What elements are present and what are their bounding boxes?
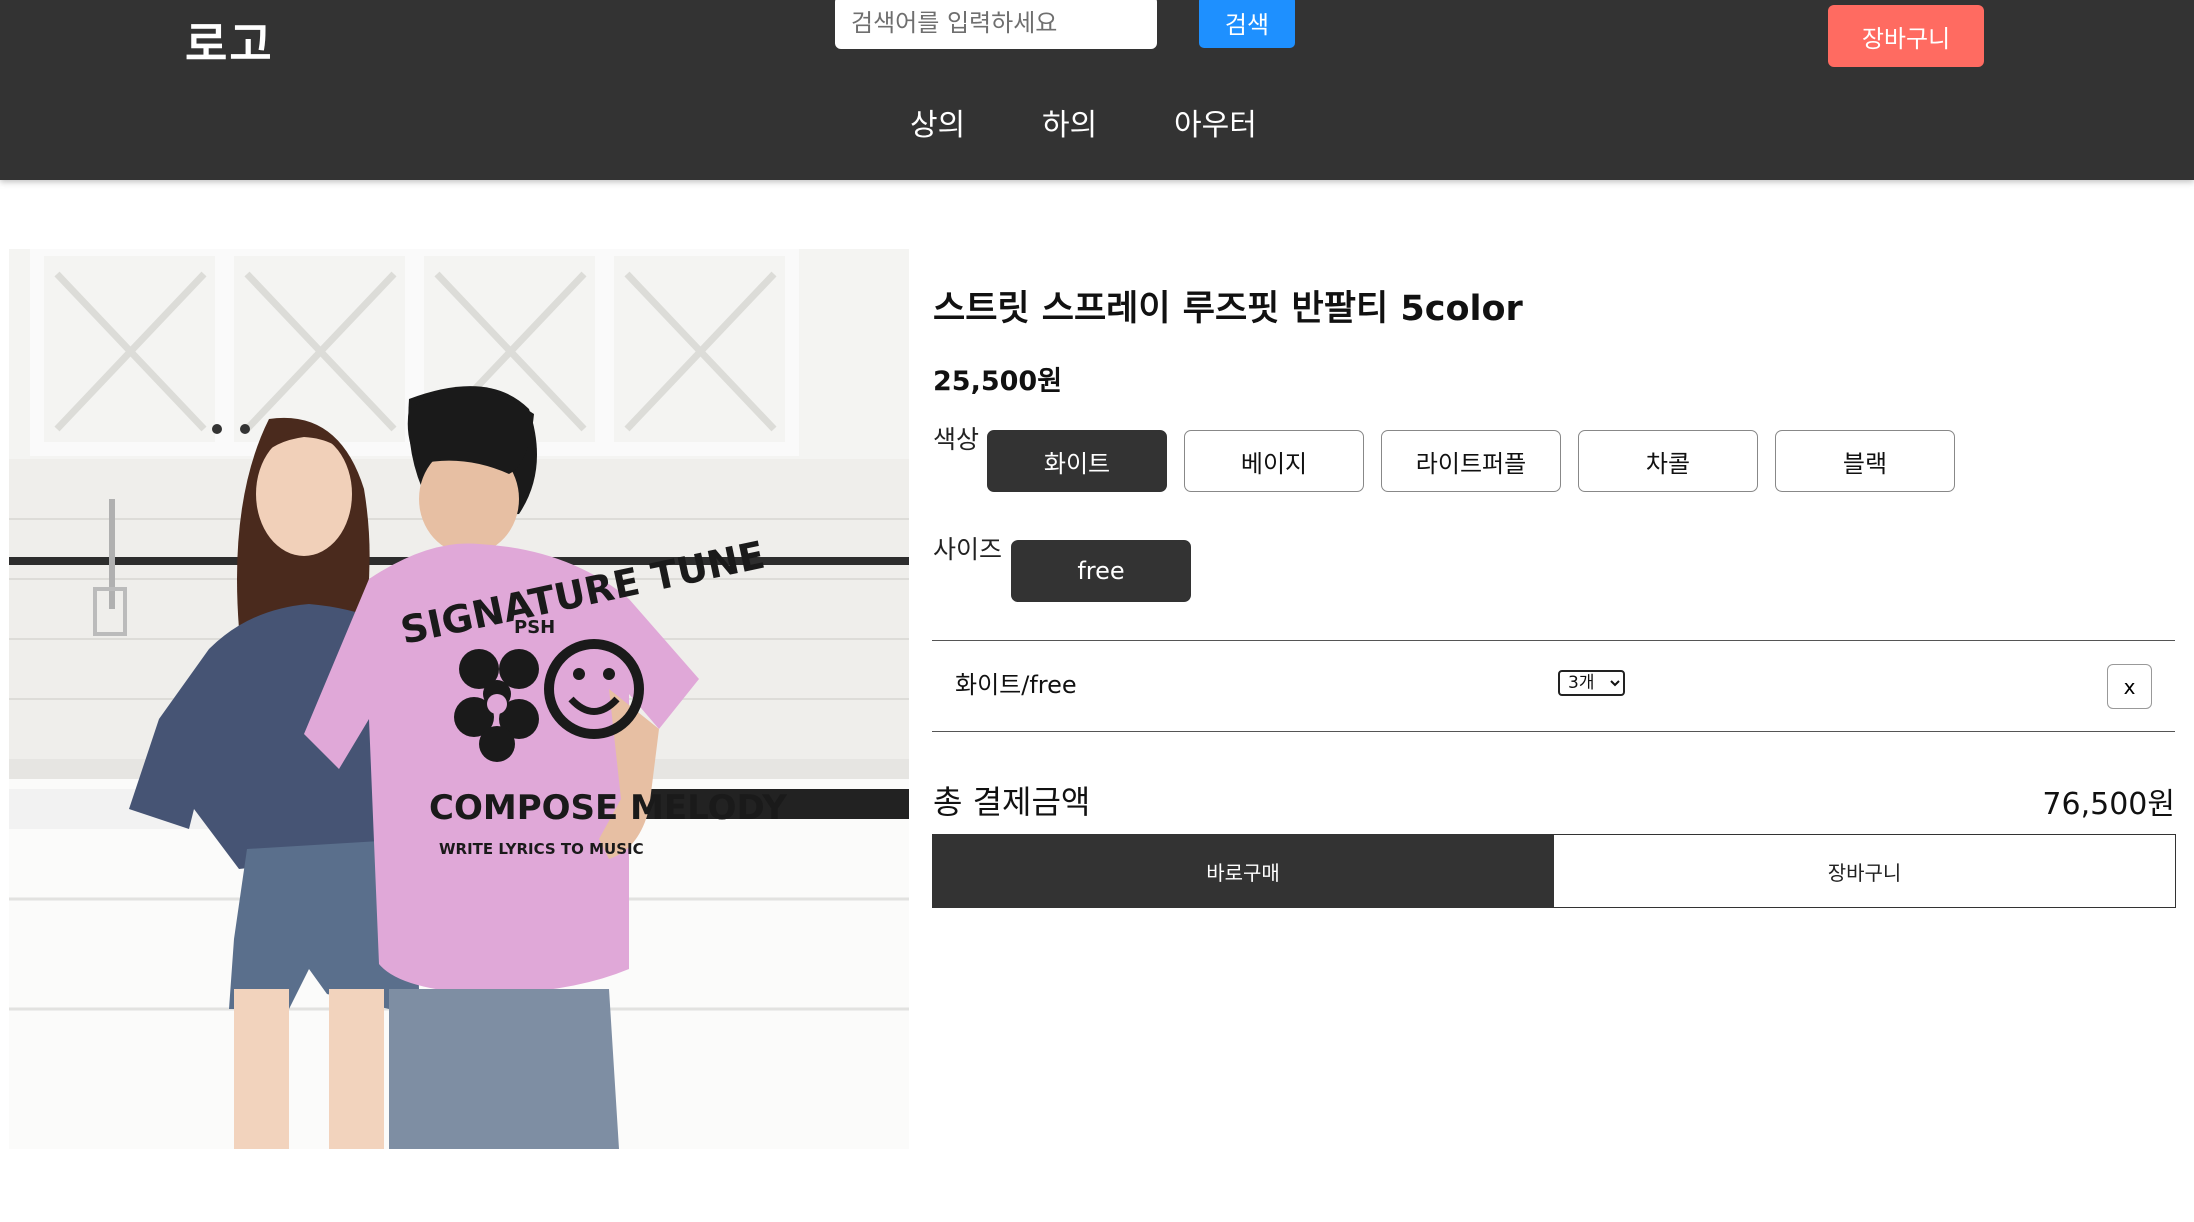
product-image: SIGNATURE TUNE PSH COMPOSE MELODY WRITE … [9, 249, 909, 1149]
size-label: 사이즈 [933, 535, 1003, 564]
quantity-select[interactable]: 3개 [1558, 670, 1625, 696]
remove-selection-button[interactable]: x [2107, 664, 2152, 709]
nav-item-tops[interactable]: 상의 [910, 100, 965, 144]
buy-now-button[interactable]: 바로구매 [932, 834, 1554, 908]
print-text-lyrics: WRITE LYRICS TO MUSIC [439, 840, 644, 858]
logo[interactable]: 로고 [185, 8, 274, 74]
search-button[interactable]: 검색 [1199, 0, 1295, 48]
color-option-beige[interactable]: 베이지 [1184, 430, 1364, 492]
top-header: 로고 검색 장바구니 상의 하의 아우터 [0, 0, 2194, 180]
add-to-cart-button[interactable]: 장바구니 [1553, 834, 2176, 908]
nav-item-outer[interactable]: 아우터 [1174, 100, 1257, 144]
print-text-psh: PSH [514, 617, 555, 638]
color-option-light-purple[interactable]: 라이트퍼플 [1381, 430, 1561, 492]
divider-bottom [932, 731, 2175, 732]
divider-top [932, 640, 2175, 641]
print-text-compose: COMPOSE MELODY [429, 788, 787, 828]
size-option-free[interactable]: free [1011, 540, 1191, 602]
search-input[interactable] [835, 0, 1157, 49]
color-label: 색상 [933, 425, 980, 454]
product-price: 25,500원 [933, 366, 1063, 397]
header-cart-button[interactable]: 장바구니 [1828, 5, 1984, 67]
color-option-charcoal[interactable]: 차콜 [1578, 430, 1758, 492]
color-option-black[interactable]: 블랙 [1775, 430, 1955, 492]
total-label: 총 결제금액 [933, 783, 1091, 821]
total-value: 76,500원 [2042, 787, 2175, 822]
selected-option-text: 화이트/free [955, 671, 1077, 699]
color-option-white[interactable]: 화이트 [987, 430, 1167, 492]
nav-item-bottoms[interactable]: 하의 [1042, 100, 1097, 144]
product-title: 스트릿 스프레이 루즈핏 반팔티 5color [933, 289, 1523, 329]
